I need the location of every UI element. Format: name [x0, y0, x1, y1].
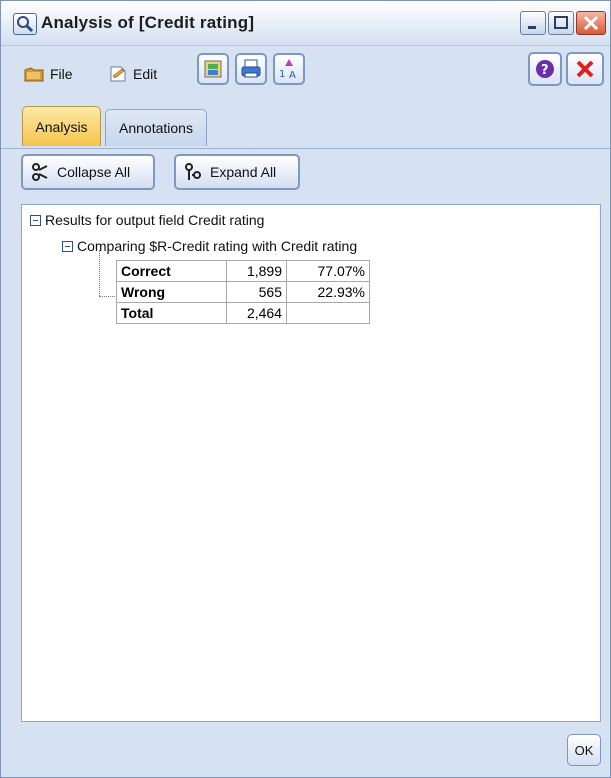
table-row: Wrong 565 22.93% [116, 281, 370, 303]
close-icon [583, 15, 599, 31]
analysis-window: Analysis of [Credit rating] File Edit 1 … [0, 0, 611, 778]
tree-node-child[interactable]: Comparing $R-Credit rating with Credit r… [62, 238, 357, 254]
sort-button[interactable]: 1 A [273, 53, 305, 85]
close-tool-button[interactable] [566, 52, 604, 86]
svg-text:1: 1 [279, 69, 285, 80]
file-menu[interactable]: File [23, 61, 73, 87]
row-percent: 77.07% [286, 260, 370, 282]
print-icon [241, 59, 261, 78]
table-row: Total 2,464 [116, 302, 370, 324]
tree-root-label: Results for output field Credit rating [45, 212, 265, 228]
ok-button[interactable]: OK [567, 734, 601, 766]
export-button[interactable] [197, 53, 229, 85]
tab-strip: Analysis Annotations [1, 104, 610, 149]
edit-menu-label: Edit [133, 66, 158, 82]
title-bar: Analysis of [Credit rating] [1, 1, 610, 46]
maximize-icon [554, 16, 568, 29]
collapse-toggle-icon[interactable] [30, 214, 41, 226]
help-icon: ? [536, 60, 554, 78]
toolbar: File Edit 1 A ? [1, 46, 610, 104]
close-tool-icon [576, 60, 594, 78]
svg-text:A: A [289, 70, 296, 81]
collapse-icon [32, 163, 48, 181]
search-icon [13, 13, 37, 35]
tree-connector [99, 250, 100, 296]
row-count: 565 [226, 281, 287, 303]
row-label: Correct [116, 260, 227, 282]
collapse-all-label: Collapse All [57, 164, 131, 180]
tree-connector [99, 296, 115, 297]
collapse-toggle-icon[interactable] [62, 240, 73, 252]
edit-icon [110, 66, 126, 82]
help-button[interactable]: ? [528, 52, 562, 86]
tree-actions: Collapse All Expand All [1, 149, 610, 201]
close-button[interactable] [576, 11, 606, 35]
expand-icon [185, 163, 201, 180]
tree-child-label: Comparing $R-Credit rating with Credit r… [77, 238, 358, 254]
minimize-button[interactable] [520, 11, 546, 35]
edit-menu[interactable]: Edit [108, 61, 157, 87]
print-button[interactable] [235, 53, 267, 85]
table-row: Correct 1,899 77.07% [116, 260, 370, 282]
row-label: Wrong [116, 281, 227, 303]
tree-node-root[interactable]: Results for output field Credit rating [30, 212, 264, 228]
window-title: Analysis of [Credit rating] [41, 13, 255, 32]
export-icon [204, 60, 222, 78]
maximize-button[interactable] [548, 11, 574, 35]
row-percent [286, 302, 370, 324]
row-count: 2,464 [226, 302, 287, 324]
tab-annotations[interactable]: Annotations [105, 109, 207, 146]
row-label: Total [116, 302, 227, 324]
expand-all-label: Expand All [210, 164, 277, 180]
file-menu-label: File [50, 66, 73, 82]
row-percent: 22.93% [286, 281, 370, 303]
results-table: Correct 1,899 77.07% Wrong 565 22.93% To… [116, 260, 370, 324]
svg-text:?: ? [541, 63, 549, 78]
sort-icon: 1 A [279, 59, 296, 81]
row-count: 1,899 [226, 260, 287, 282]
tab-analysis[interactable]: Analysis [22, 106, 101, 146]
expand-all-button[interactable]: Expand All [174, 154, 300, 190]
minimize-icon [528, 26, 536, 29]
results-panel: Results for output field Credit rating C… [21, 204, 601, 722]
file-icon [24, 67, 44, 82]
collapse-all-button[interactable]: Collapse All [21, 154, 155, 190]
